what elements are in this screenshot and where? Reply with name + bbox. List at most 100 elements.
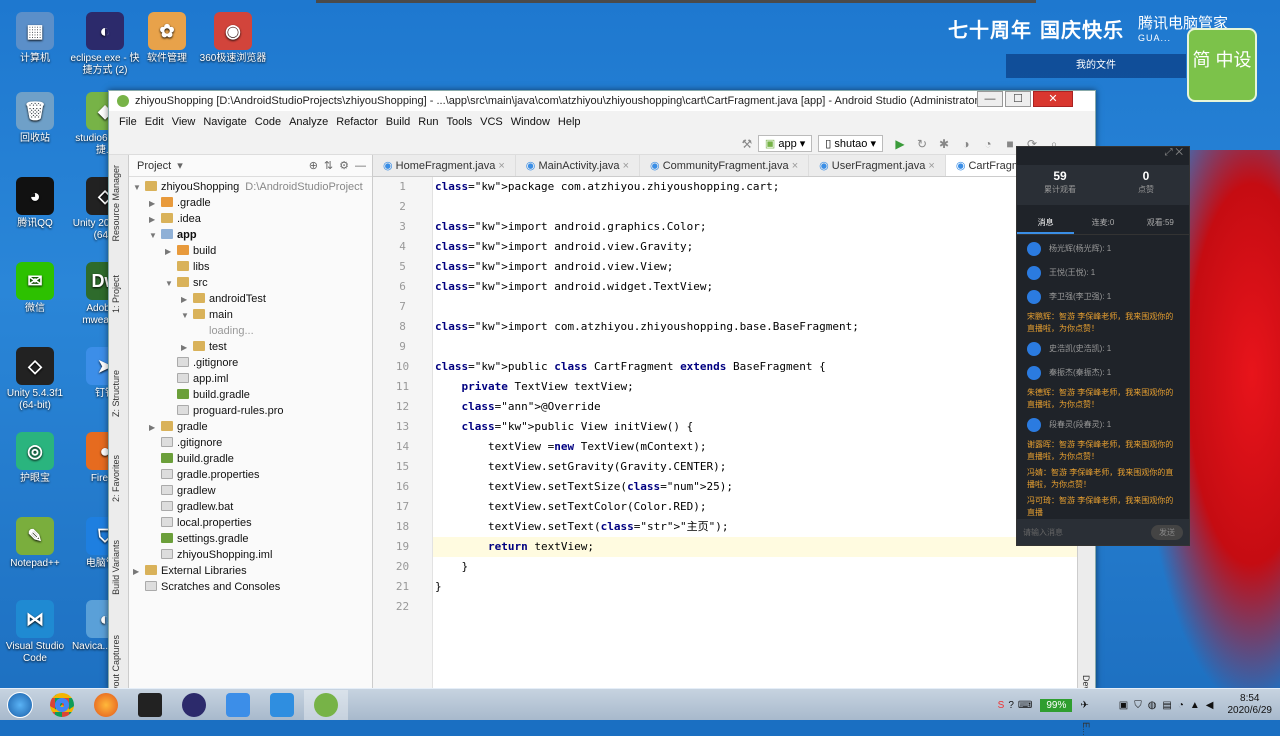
tree-item[interactable]: zhiyouShopping.iml (129, 547, 372, 563)
tree-item[interactable]: gradlew (129, 483, 372, 499)
tree-item[interactable]: ▶ .gradle (129, 195, 372, 211)
taskbar-eclipse[interactable] (172, 690, 216, 720)
tree-item[interactable]: .gitignore (129, 435, 372, 451)
code-line[interactable]: class="kw">package com.atzhiyou.zhiyoush… (433, 177, 1095, 197)
minimize-button[interactable]: — (977, 91, 1003, 107)
tree-toggle-icon[interactable]: ▼ (149, 228, 161, 244)
attach-icon[interactable]: ◔ (980, 136, 996, 152)
device-select[interactable]: ▯ shutao ▾ (818, 135, 883, 152)
tree-item[interactable]: build.gradle (129, 451, 372, 467)
taskbar-android-studio[interactable] (304, 689, 348, 720)
desktop-icon[interactable]: ◐ eclipse.exe - 快捷方式 (2) (70, 12, 140, 77)
menu-tools[interactable]: Tools (446, 116, 472, 128)
tree-item[interactable]: ▶ androidTest (129, 291, 372, 307)
taskbar-chrome[interactable] (40, 690, 84, 720)
close-tab-icon[interactable]: × (495, 160, 504, 172)
code-line[interactable] (433, 597, 1095, 617)
code-line[interactable]: } (433, 577, 1095, 597)
battery-indicator[interactable]: 99% (1040, 698, 1073, 712)
desktop-icon[interactable]: 🗑 回收站 (0, 92, 70, 145)
tree-toggle-icon[interactable]: ▶ (165, 244, 177, 260)
clock[interactable]: 8:54 2020/6/29 (1228, 693, 1273, 717)
chat-input[interactable]: 请输入消息 (1023, 527, 1063, 538)
tree-item[interactable]: build.gradle (129, 387, 372, 403)
tree-item[interactable]: Scratches and Consoles (129, 579, 372, 595)
sogou-icon[interactable]: S (998, 700, 1005, 711)
tree-item[interactable]: ▶ .idea (129, 211, 372, 227)
close-tab-icon[interactable]: × (789, 160, 798, 172)
desktop-icon[interactable]: ◇ Unity 5.4.3f1 (64-bit) (0, 347, 70, 412)
code-line[interactable]: class="kw">public class CartFragment ext… (433, 357, 1095, 377)
menu-view[interactable]: View (172, 116, 196, 128)
menu-vcs[interactable]: VCS (480, 116, 503, 128)
project-panel-header[interactable]: Project ▾ ⊕ ⇅ ⚙ — (129, 155, 372, 177)
code-line[interactable]: class="kw">import android.view.Gravity; (433, 237, 1095, 257)
code-line[interactable]: class="kw">import android.widget.TextVie… (433, 277, 1095, 297)
tree-toggle-icon[interactable]: ▶ (181, 340, 193, 356)
simple-chinese-widget[interactable]: 简 中设 (1187, 28, 1257, 102)
my-files-button[interactable]: 我的文件 (1006, 54, 1186, 78)
debug-icon[interactable]: ✱ (936, 136, 952, 152)
start-button[interactable] (0, 690, 40, 720)
desktop-icon[interactable]: ⋈ Visual Studio Code (0, 600, 70, 665)
hammer-icon[interactable]: ⚒ (739, 136, 755, 152)
code-line[interactable]: class="kw">import android.view.View; (433, 257, 1095, 277)
tree-item[interactable]: gradlew.bat (129, 499, 372, 515)
tree-item[interactable]: .gitignore (129, 355, 372, 371)
menu-build[interactable]: Build (386, 116, 410, 128)
tree-toggle-icon[interactable]: ▼ (133, 180, 145, 196)
tree-toggle-icon[interactable]: ▼ (181, 308, 193, 324)
tree-item[interactable]: app.iml (129, 371, 372, 387)
tray-icons[interactable]: ▣⛉◍▤◔▲◀ (1119, 700, 1220, 711)
code-line[interactable]: class="kw">import android.graphics.Color… (433, 217, 1095, 237)
tree-item[interactable]: libs (129, 259, 372, 275)
tool-tab[interactable]: 2: Favorites (111, 455, 121, 502)
menu-help[interactable]: Help (558, 116, 581, 128)
code-line[interactable]: return textView; (433, 537, 1095, 557)
code-line[interactable] (433, 297, 1095, 317)
title-bar[interactable]: zhiyouShopping [D:\AndroidStudioProjects… (109, 91, 1095, 111)
tree-item[interactable]: ▼ zhiyouShopping D:\AndroidStudioProject (129, 179, 372, 195)
code-line[interactable]: textView =new TextView(mContext); (433, 437, 1095, 457)
menu-code[interactable]: Code (255, 116, 281, 128)
tool-tab[interactable]: Z: Structure (111, 370, 121, 417)
chevron-down-icon[interactable]: ▾ (177, 159, 183, 172)
send-button[interactable]: 发送 (1151, 524, 1183, 540)
apply-changes-icon[interactable]: ↻ (914, 136, 930, 152)
tree-item[interactable]: ▶ build (129, 243, 372, 259)
keyboard-icon[interactable]: ⌨ (1018, 700, 1032, 711)
code-line[interactable]: class="kw">public View initView() { (433, 417, 1095, 437)
desktop-icon[interactable]: ✎ Notepad++ (0, 517, 70, 570)
code-line[interactable] (433, 337, 1095, 357)
code-line[interactable]: textView.setGravity(Gravity.CENTER); (433, 457, 1095, 477)
menu-analyze[interactable]: Analyze (289, 116, 328, 128)
code-line[interactable] (433, 197, 1095, 217)
menu-file[interactable]: File (119, 116, 137, 128)
tree-item[interactable]: ▼ main (129, 307, 372, 323)
editor-tab[interactable]: ◉ CommunityFragment.java × (640, 155, 810, 176)
tree-toggle-icon[interactable]: ▼ (165, 276, 177, 292)
close-icon[interactable]: ✕ (1175, 147, 1183, 158)
tree-toggle-icon[interactable]: ▶ (149, 420, 161, 436)
project-view-label[interactable]: Project (137, 160, 171, 172)
menu-edit[interactable]: Edit (145, 116, 164, 128)
desktop-icon[interactable]: ✿ 软件管理 (132, 12, 202, 65)
desktop-icon[interactable]: ◕ 腾讯QQ (0, 177, 70, 230)
tree-toggle-icon[interactable]: ▶ (149, 196, 161, 212)
editor-tab[interactable]: ◉ MainActivity.java × (516, 155, 641, 176)
maximize-button[interactable]: ☐ (1005, 91, 1031, 107)
tree-item[interactable]: ▶ External Libraries (129, 563, 372, 579)
tree-item[interactable]: local.properties (129, 515, 372, 531)
tool-tab[interactable]: 1: Project (111, 275, 121, 313)
tree-item[interactable]: proguard-rules.pro (129, 403, 372, 419)
tree-item[interactable]: gradle.properties (129, 467, 372, 483)
menu-window[interactable]: Window (511, 116, 550, 128)
code-line[interactable]: textView.setText(class="str">"主页"); (433, 517, 1095, 537)
code-line[interactable]: private TextView textView; (433, 377, 1095, 397)
tree-item[interactable]: settings.gradle (129, 531, 372, 547)
menu-run[interactable]: Run (418, 116, 438, 128)
editor-tab[interactable]: ◉ HomeFragment.java × (373, 155, 516, 176)
code-line[interactable]: class="ann">@Override (433, 397, 1095, 417)
hide-icon[interactable]: — (355, 160, 366, 172)
editor-tab[interactable]: ◉ UserFragment.java × (809, 155, 946, 176)
